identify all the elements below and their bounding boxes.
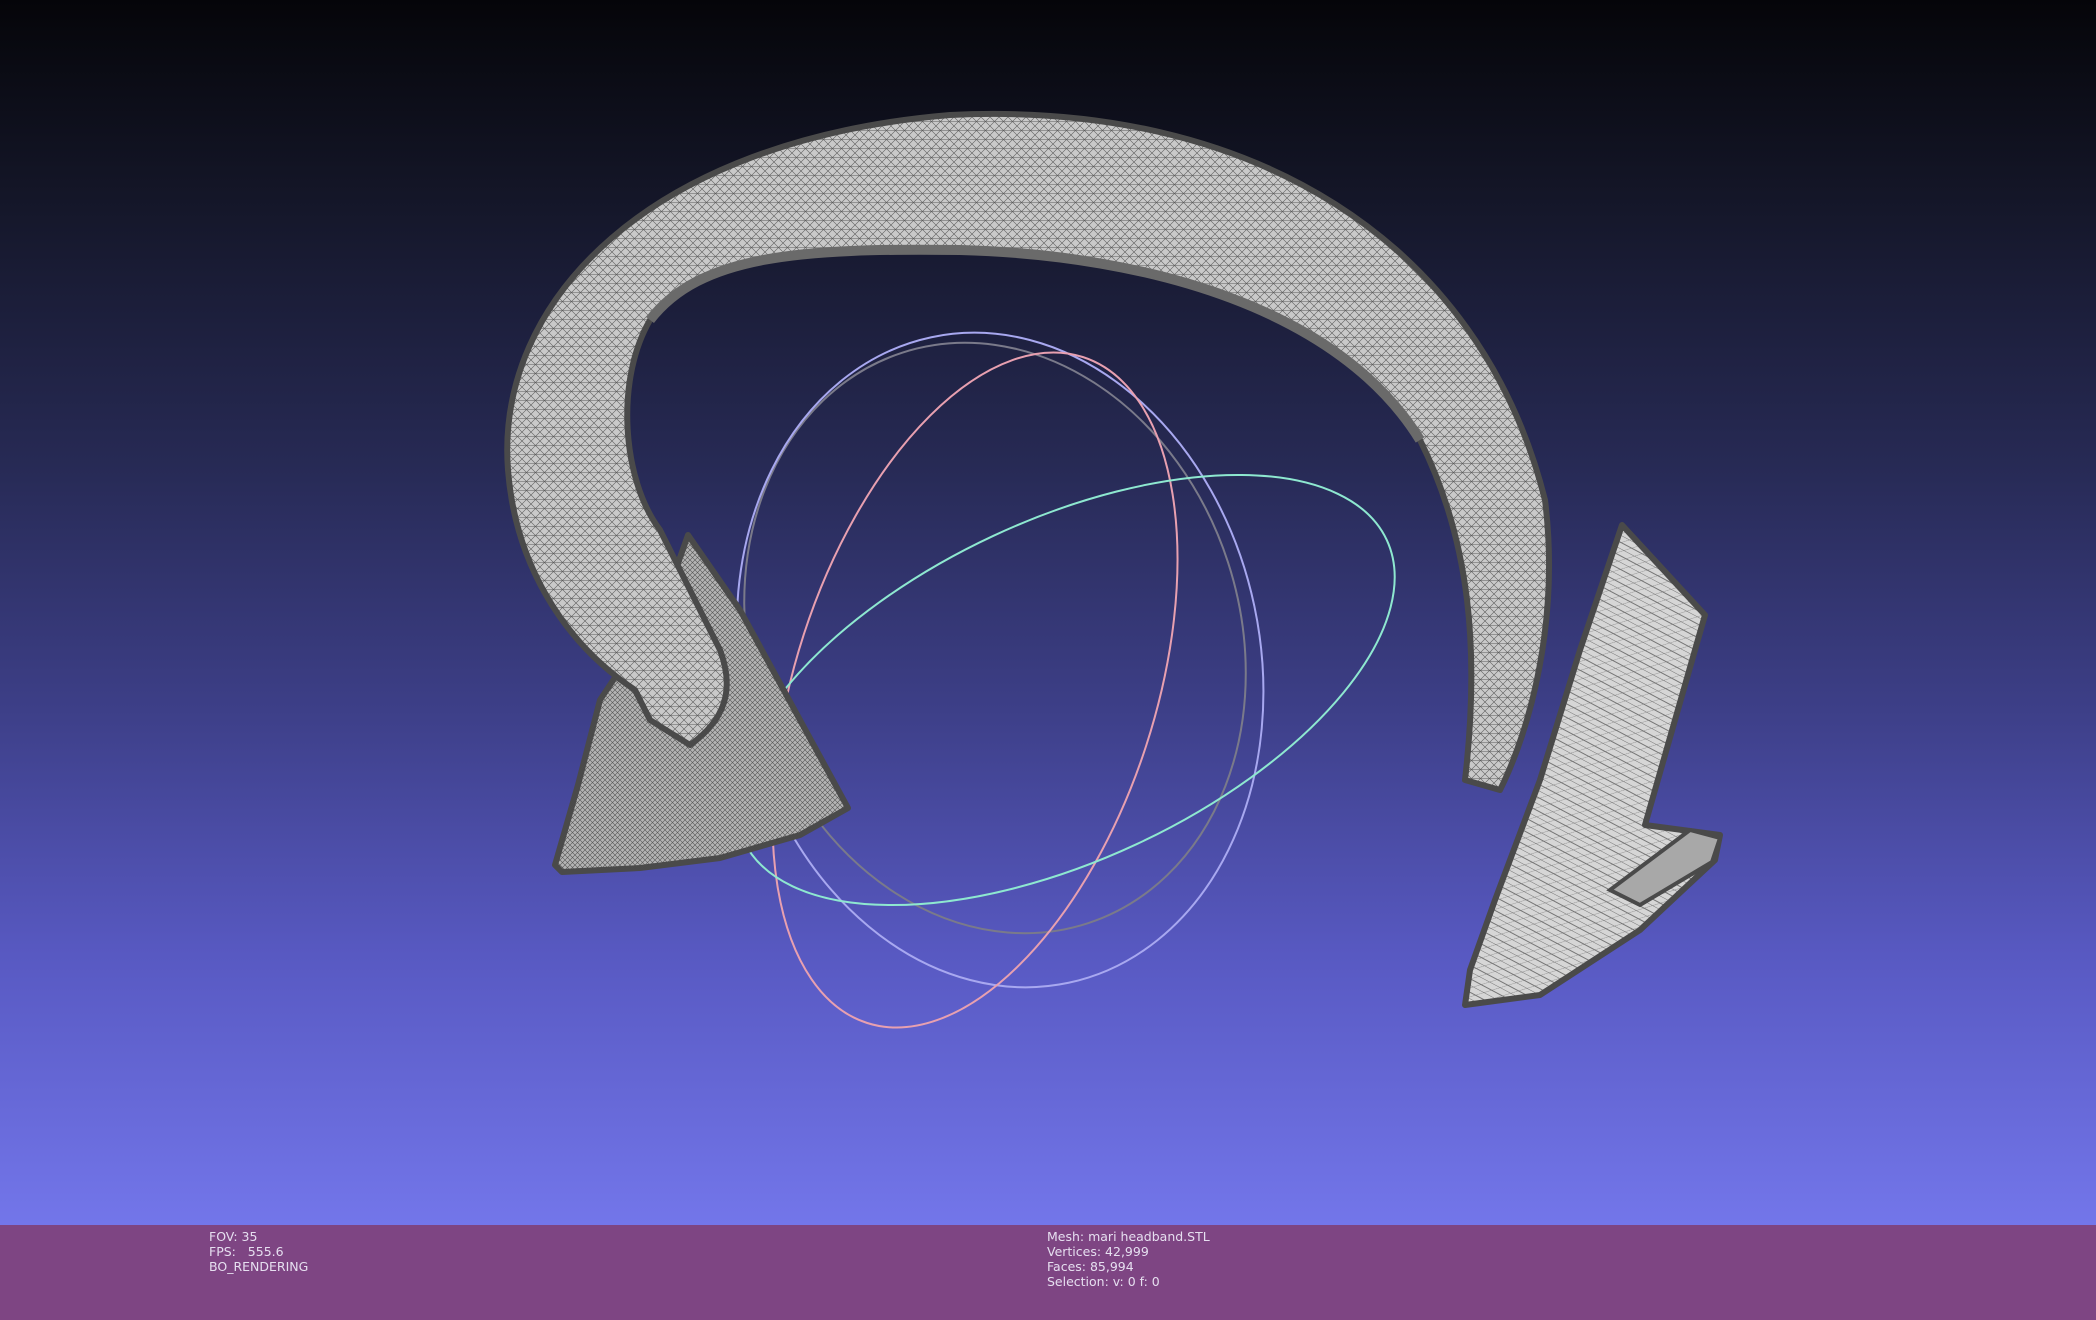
render-mode-label: BO_RENDERING: [209, 1259, 309, 1274]
3d-viewport[interactable]: [0, 0, 2096, 1225]
headband-mesh[interactable]: [504, 110, 1723, 1008]
mesh-info: Mesh: mari headband.STL Vertices: 42,999…: [1047, 1229, 1210, 1289]
status-bar: FOV: 35 FPS: 555.6 BO_RENDERING Mesh: ma…: [0, 1225, 2096, 1320]
faces-label: Faces: 85,994: [1047, 1259, 1134, 1274]
vertices-label: Vertices: 42,999: [1047, 1244, 1149, 1259]
selection-label: Selection: v: 0 f: 0: [1047, 1274, 1160, 1289]
scene-canvas[interactable]: [0, 0, 2096, 1225]
trackball-y-ring: [735, 331, 1265, 989]
trackball-z-ring: [734, 473, 1396, 907]
trackball-gray-ring: [743, 341, 1247, 935]
render-info: FOV: 35 FPS: 555.6 BO_RENDERING: [209, 1229, 308, 1274]
fov-label: FOV: 35: [209, 1229, 258, 1244]
trackball-gizmo[interactable]: [669, 277, 1458, 1079]
headband-arch: [504, 110, 1552, 793]
fps-label: FPS: 555.6: [209, 1244, 284, 1259]
mesh-name-label: Mesh: mari headband.STL: [1047, 1229, 1210, 1244]
